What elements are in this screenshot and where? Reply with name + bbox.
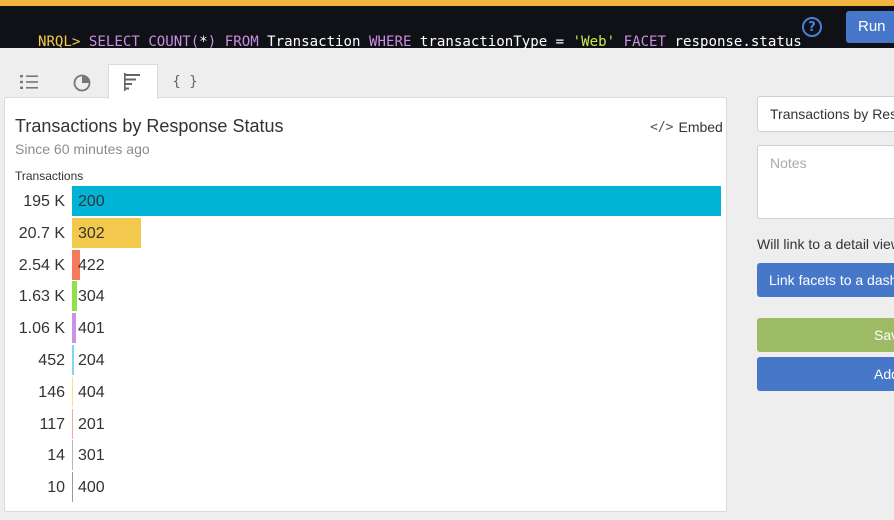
tab-pie-view[interactable]: [57, 66, 107, 98]
embed-button[interactable]: </> Embed: [650, 119, 723, 135]
tab-bar-view[interactable]: [108, 64, 158, 99]
bar-category-label: 422: [78, 256, 105, 274]
detail-link-text: Will link to a detail view: [757, 236, 894, 252]
bar[interactable]: [72, 440, 73, 471]
list-icon: [20, 75, 38, 89]
bar-category-label: 204: [78, 352, 105, 369]
chart-title: Transactions by Response Status: [15, 116, 284, 136]
bar-value-label: 10: [47, 479, 65, 497]
chart-subtitle: Since 60 minutes ago: [15, 141, 150, 157]
bar-category-label: 401: [78, 320, 105, 338]
bar-row[interactable]: 20.7 K 302: [5, 217, 728, 249]
bar-category-label: 200: [78, 193, 105, 210]
help-icon[interactable]: ?: [802, 17, 822, 37]
query-token: transactionType =: [411, 34, 573, 50]
query-token: [216, 34, 225, 50]
bar-value-label: 195 K: [23, 193, 65, 210]
bar-value-label: 1.63 K: [18, 288, 65, 306]
bar-category-label: 400: [78, 479, 105, 497]
bar[interactable]: [72, 376, 73, 407]
query-token: Transaction: [258, 34, 369, 50]
bar-value-label: 20.7 K: [18, 224, 65, 242]
add-button[interactable]: Add: [757, 357, 894, 391]
json-icon: { }: [172, 74, 198, 90]
bar[interactable]: [72, 186, 721, 216]
bar-row[interactable]: 2.54 K 422: [5, 249, 728, 281]
bar-value-label: 2.54 K: [18, 256, 65, 274]
query-token: ): [207, 34, 217, 50]
query-bar: NRQL> SELECT COUNT(*) FROM Transaction W…: [0, 6, 894, 50]
bar-category-label: 302: [78, 224, 105, 242]
query-token: response.status: [666, 34, 802, 50]
chart-title-input[interactable]: Transactions by Resp: [757, 96, 894, 132]
query-token: *: [199, 34, 208, 50]
notes-textarea[interactable]: Notes: [757, 145, 894, 219]
chart-card: Transactions by Response Status Since 60…: [4, 97, 727, 512]
query-token: SELECT: [88, 34, 140, 50]
bar-category-label: 404: [78, 383, 105, 401]
bar-row[interactable]: 1.63 K 304: [5, 281, 728, 312]
tab-list-view[interactable]: [4, 66, 54, 98]
bar[interactable]: [72, 472, 73, 503]
nrql-prompt: NRQL>: [37, 34, 81, 50]
query-text: SELECT COUNT(*) FROM Transaction WHERE t…: [80, 34, 802, 50]
nrql-query-input[interactable]: NRQL> SELECT COUNT(*) FROM Transaction W…: [4, 18, 802, 66]
chart-axis-label: Transactions: [15, 169, 84, 183]
query-token: FACET: [623, 34, 667, 50]
query-token: [615, 34, 624, 50]
link-facets-button[interactable]: Link facets to a dashboard: [757, 263, 894, 297]
bar-category-label: 304: [78, 288, 105, 306]
bar-chart-icon: [124, 73, 140, 91]
query-token: FROM: [224, 34, 259, 50]
bar[interactable]: [72, 345, 74, 375]
query-token: WHERE: [369, 34, 412, 50]
run-button[interactable]: Run: [846, 11, 894, 43]
pie-chart-icon: [73, 74, 91, 92]
save-button[interactable]: Save: [757, 318, 894, 352]
bar-row[interactable]: 146 404: [5, 376, 728, 408]
bar-row[interactable]: 195 K 200: [5, 186, 728, 217]
query-token: COUNT(: [148, 34, 200, 50]
bar-row[interactable]: 117 201: [5, 408, 728, 440]
bar[interactable]: [72, 408, 73, 439]
code-icon: </>: [650, 119, 674, 135]
bar-row[interactable]: 14 301: [5, 440, 728, 471]
query-token: [80, 34, 89, 50]
bar-value-label: 14: [47, 447, 65, 465]
bar[interactable]: [72, 281, 78, 312]
query-token: 'Web': [572, 34, 616, 50]
bar-row[interactable]: 1.06 K 401: [5, 313, 728, 344]
bar-category-label: 201: [78, 415, 105, 433]
tab-json-view[interactable]: { }: [160, 66, 210, 98]
bar[interactable]: [72, 313, 76, 344]
bar-value-label: 1.06 K: [18, 320, 65, 338]
bar-category-label: 301: [78, 447, 105, 465]
embed-label: Embed: [678, 119, 723, 135]
bar-chart: 195 K 200 20.7 K 302 2.54 K 422 1.63 K 304 1.06 …: [5, 186, 728, 506]
bar-value-label: 146: [38, 383, 65, 401]
bar-row[interactable]: 452 204: [5, 345, 728, 376]
bar-value-label: 117: [39, 415, 65, 433]
bar-row[interactable]: 10 400: [5, 472, 728, 503]
bar-value-label: 452: [38, 352, 65, 369]
